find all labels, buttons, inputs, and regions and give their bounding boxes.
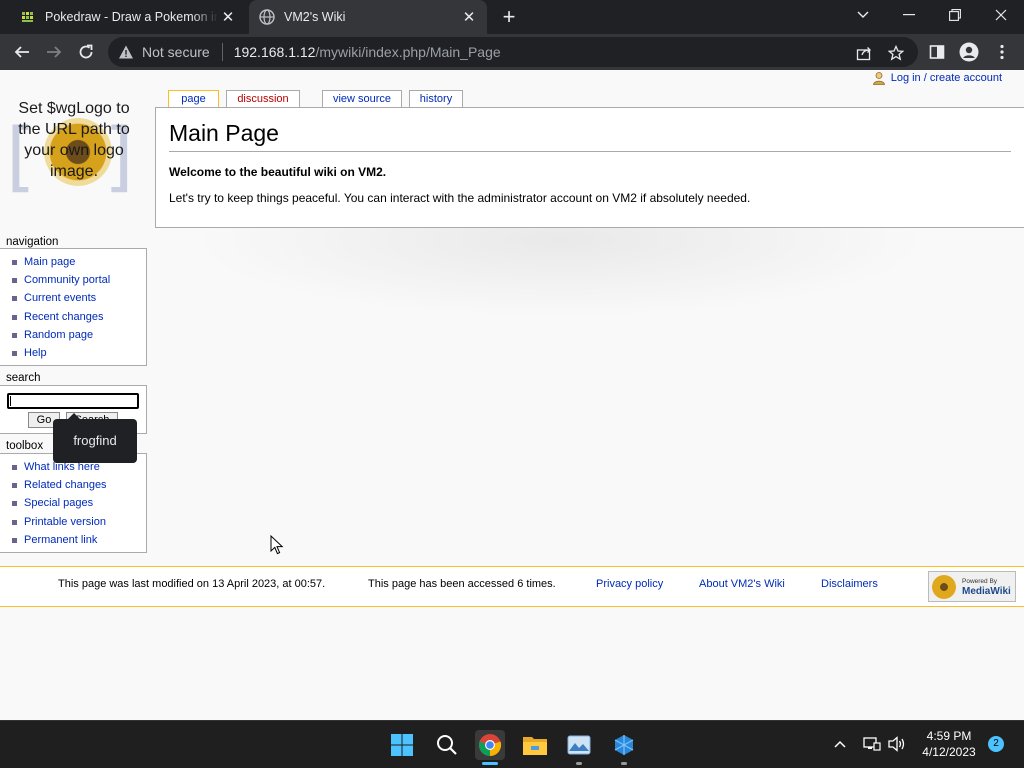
network-icon[interactable]	[863, 737, 881, 756]
toolbox-heading: toolbox	[6, 440, 44, 452]
reload-icon[interactable]	[74, 40, 98, 64]
browser-tab-strip: Pokedraw - Draw a Pokemon in 4 ✕ VM2's W…	[0, 0, 1024, 34]
mediawiki-flower-icon	[932, 574, 956, 599]
tab-history[interactable]: history	[409, 90, 463, 107]
mouse-cursor-icon	[270, 535, 284, 555]
tab-search-chevron-icon[interactable]	[840, 0, 886, 30]
nav-main-page[interactable]: Main page	[10, 253, 146, 271]
running-indicator	[576, 762, 582, 765]
notification-badge[interactable]: 2	[988, 736, 1004, 752]
wiki-page: Log in / create account [ ] Set $wgLogo …	[0, 70, 1024, 720]
address-divider	[221, 43, 223, 61]
not-secure-warning-icon[interactable]	[118, 44, 134, 60]
show-hidden-icons-chevron-icon[interactable]	[834, 735, 846, 753]
side-panel-icon[interactable]	[925, 40, 949, 64]
last-modified-text: This page was last modified on 13 April …	[58, 578, 326, 590]
security-label: Not secure	[142, 44, 210, 60]
autocomplete-tooltip[interactable]: frogfind	[53, 413, 137, 463]
tab-page[interactable]: page	[168, 90, 219, 107]
browser-toolbar: Not secure 192.168.1.12/mywiki/index.php…	[0, 34, 1024, 70]
personal-tools: Log in / create account	[872, 71, 1002, 85]
globe-icon	[259, 9, 275, 25]
url-path: /mywiki/index.php/Main_Page	[315, 44, 501, 60]
badge-top-text: Powered By	[962, 577, 998, 585]
text-caret	[10, 396, 11, 406]
clock-time: 4:59 PM	[926, 729, 972, 743]
nav-random-page[interactable]: Random page	[10, 326, 146, 344]
tool-related-changes[interactable]: Related changes	[10, 476, 146, 494]
powered-by-mediawiki-badge[interactable]: Powered By MediaWiki	[928, 571, 1016, 602]
close-tab-icon[interactable]: ✕	[459, 7, 479, 27]
nav-recent-changes[interactable]: Recent changes	[10, 308, 146, 326]
tool-permanent-link[interactable]: Permanent link	[10, 531, 146, 549]
wiki-logo[interactable]: [ ] Set $wgLogo to the URL path to your …	[6, 96, 142, 232]
tab-pokedraw[interactable]: Pokedraw - Draw a Pokemon in 4 ✕	[10, 0, 246, 34]
access-count-text: This page has been accessed 6 times.	[368, 578, 556, 590]
page-title: Main Page	[169, 118, 1011, 152]
tool-printable-version[interactable]: Printable version	[10, 513, 146, 531]
badge-text: Powered By MediaWiki	[962, 577, 1011, 597]
running-indicator	[621, 762, 627, 765]
tool-special-pages[interactable]: Special pages	[10, 494, 146, 512]
wiki-footer: This page was last modified on 13 April …	[0, 566, 1024, 607]
share-icon[interactable]	[854, 43, 874, 63]
windows-taskbar: 4:59 PM 4/12/2023 2	[0, 720, 1024, 768]
nav-current-events[interactable]: Current events	[10, 289, 146, 307]
volume-icon[interactable]	[888, 736, 906, 757]
address-bar[interactable]: Not secure 192.168.1.12/mywiki/index.php…	[108, 37, 918, 67]
search-icon[interactable]	[432, 730, 462, 760]
welcome-text: Welcome to the beautiful wiki on VM2.	[169, 165, 387, 179]
photos-icon[interactable]	[564, 730, 594, 765]
active-indicator	[482, 762, 498, 765]
chrome-icon[interactable]	[475, 730, 505, 765]
profile-icon[interactable]	[957, 40, 981, 64]
restore-icon[interactable]	[932, 0, 978, 30]
tab-title: Pokedraw - Draw a Pokemon in 4	[45, 10, 218, 24]
tab-discussion[interactable]: discussion	[226, 90, 300, 107]
start-icon[interactable]	[387, 730, 417, 760]
app-icon[interactable]	[609, 730, 639, 765]
file-explorer-icon[interactable]	[520, 730, 550, 760]
close-tab-icon[interactable]: ✕	[218, 7, 238, 27]
user-icon	[872, 72, 885, 85]
toolbox-portlet: What links here Related changes Special …	[0, 453, 147, 553]
minimize-icon[interactable]	[886, 0, 932, 30]
close-window-icon[interactable]	[978, 0, 1024, 30]
bookmark-star-icon[interactable]	[886, 43, 906, 63]
disclaimers-link[interactable]: Disclaimers	[821, 578, 878, 590]
logo-text: Set $wgLogo to the URL path to your own …	[18, 100, 130, 180]
menu-kebab-icon[interactable]	[990, 40, 1014, 64]
tab-title: VM2's Wiki	[284, 10, 346, 24]
tab-view-source[interactable]: view source	[322, 90, 402, 107]
url-host: 192.168.1.12	[233, 44, 316, 60]
search-input[interactable]	[7, 393, 139, 409]
nav-help[interactable]: Help	[10, 344, 146, 362]
content-area: Main Page Welcome to the beautiful wiki …	[155, 107, 1024, 228]
login-link[interactable]: Log in / create account	[891, 72, 1002, 84]
clock-date: 4/12/2023	[922, 745, 976, 759]
search-heading: search	[6, 372, 41, 384]
navigation-heading: navigation	[6, 236, 59, 248]
badge-bottom-text: MediaWiki	[962, 585, 1011, 597]
back-icon[interactable]	[10, 40, 34, 64]
privacy-policy-link[interactable]: Privacy policy	[596, 578, 663, 590]
new-tab-button[interactable]: +	[498, 6, 520, 28]
forward-icon[interactable]	[42, 40, 66, 64]
system-clock[interactable]: 4:59 PM 4/12/2023	[916, 728, 982, 760]
about-link[interactable]: About VM2's Wiki	[699, 578, 785, 590]
navigation-portlet: Main page Community portal Current event…	[0, 248, 147, 366]
nav-community-portal[interactable]: Community portal	[10, 271, 146, 289]
intro-text: Let's try to keep things peaceful. You c…	[169, 191, 751, 205]
pokedraw-favicon	[21, 11, 35, 23]
tab-vm2-wiki[interactable]: VM2's Wiki ✕	[249, 0, 487, 34]
